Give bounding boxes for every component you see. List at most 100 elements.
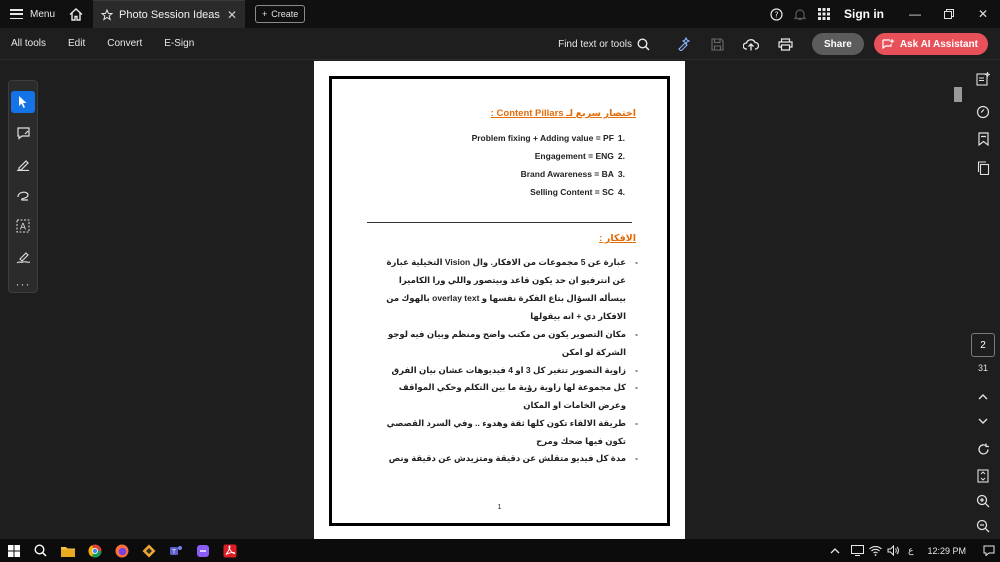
create-label: Create	[271, 9, 299, 19]
share-button[interactable]: Share	[812, 33, 864, 55]
current-page-input[interactable]: 2	[971, 333, 995, 357]
title-bar-right: ? Sign in — ✕	[764, 0, 1000, 28]
notifications-button[interactable]	[788, 0, 812, 28]
fit-page-button[interactable]	[972, 465, 994, 487]
help-icon: ?	[769, 7, 783, 21]
ai-summary-icon	[976, 72, 990, 86]
pillar-item: .4Selling Content = SC	[530, 187, 625, 197]
firefox-icon	[115, 544, 128, 557]
acrobat-window: Menu Photo Session Ideas ✕ + Create ? Si…	[0, 0, 1000, 562]
ask-ai-assistant-button[interactable]: Ask AI Assistant	[873, 33, 988, 55]
menu-button[interactable]: Menu	[0, 0, 63, 28]
esign-menu[interactable]: E-Sign	[153, 38, 205, 49]
star-icon[interactable]	[101, 8, 114, 21]
chat-app-button[interactable]	[189, 539, 216, 562]
app-launcher-button[interactable]	[135, 539, 162, 562]
pillar-text: Engagement = ENG	[534, 151, 614, 161]
start-button[interactable]	[0, 539, 27, 562]
hamburger-icon	[10, 9, 23, 19]
ai-tools-button[interactable]	[668, 28, 698, 60]
zoom-in-button[interactable]	[972, 490, 994, 512]
home-icon	[69, 7, 83, 21]
print-button[interactable]	[770, 28, 800, 60]
teams-button[interactable]: T	[162, 539, 189, 562]
search-icon	[34, 544, 47, 557]
pillar-text: Problem fixing + Adding value = PF	[471, 133, 614, 143]
home-button[interactable]	[63, 0, 89, 28]
file-explorer-button[interactable]	[54, 539, 81, 562]
save-button[interactable]	[702, 28, 732, 60]
more-tools-icon[interactable]: ···	[16, 277, 31, 291]
firefox-button[interactable]	[108, 539, 135, 562]
minimize-icon: —	[909, 7, 921, 21]
speaker-icon	[887, 545, 899, 556]
zoom-out-button[interactable]	[972, 515, 994, 537]
title-bar: Menu Photo Session Ideas ✕ + Create ? Si…	[0, 0, 1000, 28]
idea-bullet: كل مجموعة لها زاوية رؤية ما بين التكلم و…	[381, 378, 638, 414]
restore-icon	[944, 9, 954, 19]
pillar-number: .2	[617, 151, 625, 161]
toolbar-right: Find text or tools Share Ask AI Assistan…	[558, 28, 988, 60]
upload-cloud-icon	[743, 38, 760, 50]
zoom-out-icon	[976, 519, 990, 533]
chrome-button[interactable]	[81, 539, 108, 562]
find-label: Find text or tools	[558, 38, 633, 50]
next-page-button[interactable]	[972, 410, 994, 432]
app-diamond-icon	[142, 544, 155, 557]
restore-button[interactable]	[932, 0, 966, 28]
upload-cloud-button[interactable]	[736, 28, 766, 60]
thumbnails-button[interactable]	[972, 157, 994, 179]
notification-center-button[interactable]	[978, 539, 1000, 562]
tray-overflow-button[interactable]	[821, 539, 848, 562]
sign-tool[interactable]	[11, 246, 35, 268]
clock[interactable]: 12:29 PM	[919, 546, 978, 556]
find-text-button[interactable]: Find text or tools	[558, 37, 650, 51]
all-tools-menu[interactable]: All tools	[0, 38, 57, 49]
minimize-button[interactable]: —	[898, 0, 932, 28]
taskbar-search-button[interactable]	[27, 539, 54, 562]
document-tab[interactable]: Photo Session Ideas ✕	[93, 0, 246, 28]
bookmark-icon	[977, 132, 989, 146]
rotate-button[interactable]	[972, 438, 994, 460]
notification-icon	[983, 545, 995, 556]
svg-text:A: A	[20, 223, 27, 233]
sign-in-button[interactable]: Sign in	[836, 7, 898, 21]
input-language-indicator[interactable]: ع	[902, 545, 919, 556]
wifi-status[interactable]	[866, 539, 884, 562]
close-tab-icon[interactable]: ✕	[227, 8, 237, 22]
page-number-footer: 1	[497, 504, 502, 511]
zoom-in-icon	[976, 494, 990, 508]
acrobat-button[interactable]	[216, 539, 243, 562]
comments-panel-button[interactable]	[972, 101, 994, 123]
scrollbar-thumb[interactable]	[954, 87, 962, 102]
highlighter-pen-icon	[17, 160, 29, 171]
volume-control[interactable]	[884, 539, 902, 562]
apps-button[interactable]	[812, 0, 836, 28]
chevron-down-icon	[978, 418, 988, 424]
ai-summary-button[interactable]	[972, 68, 994, 90]
comment-icon	[976, 105, 990, 119]
total-pages-label: 31	[977, 363, 988, 373]
wifi-icon	[868, 545, 882, 556]
document-scrollbar[interactable]	[952, 61, 964, 539]
close-window-button[interactable]: ✕	[966, 0, 1000, 28]
main-toolbar: All tools Edit Convert E-Sign Find text …	[0, 28, 1000, 60]
pdf-page[interactable]: اختصار سريع لـ Content Pillars : .1Probl…	[314, 61, 685, 539]
bookmarks-button[interactable]	[972, 128, 994, 150]
edit-menu[interactable]: Edit	[57, 38, 96, 49]
highlight-tool[interactable]	[11, 153, 35, 175]
comment-tool[interactable]	[11, 122, 35, 144]
windows-logo-icon	[7, 544, 20, 557]
help-button[interactable]: ?	[764, 0, 788, 28]
draw-tool[interactable]	[11, 184, 35, 206]
fit-page-icon	[977, 469, 989, 483]
network-icon	[850, 545, 864, 556]
convert-menu[interactable]: Convert	[96, 38, 153, 49]
previous-page-button[interactable]	[972, 385, 994, 407]
pillar-item: .3Brand Awareness = BA	[521, 169, 625, 179]
text-box-tool[interactable]: A	[11, 215, 35, 237]
svg-text:?: ?	[774, 10, 778, 19]
select-tool[interactable]	[11, 91, 35, 113]
create-button[interactable]: + Create	[255, 5, 306, 23]
network-status[interactable]	[848, 539, 866, 562]
